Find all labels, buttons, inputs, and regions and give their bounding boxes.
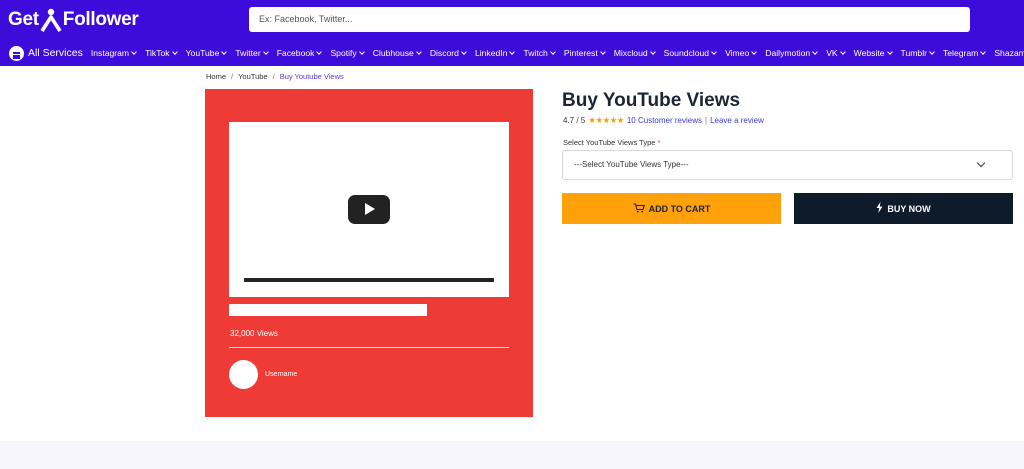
rating-value: 4.7 / 5	[563, 116, 586, 125]
username-label: Username	[265, 371, 298, 378]
cart-icon	[633, 202, 645, 215]
chevron-down-icon	[812, 48, 819, 55]
person-logo-icon	[40, 8, 62, 32]
chevron-down-icon	[929, 48, 935, 55]
buy-now-button[interactable]: BUY NOW	[794, 193, 1013, 224]
all-services-label: All Services	[28, 47, 83, 59]
chevron-down-icon	[171, 48, 178, 55]
breadcrumb-home[interactable]: Home	[206, 72, 226, 81]
footer-band	[0, 441, 1024, 469]
nav-item-clubhouse[interactable]: Clubhouse	[373, 48, 422, 58]
lightning-icon	[876, 201, 883, 216]
chevron-down-icon	[131, 48, 137, 55]
avatar	[229, 360, 258, 389]
chevron-down-icon	[358, 48, 365, 55]
breadcrumb-youtube[interactable]: YouTube	[238, 72, 267, 81]
chevron-down-icon	[316, 48, 323, 55]
nav-item-mixcloud[interactable]: Mixcloud	[614, 48, 656, 58]
nav-item-shazam[interactable]: Shazam	[994, 48, 1024, 58]
chevron-down-icon	[980, 48, 987, 55]
chevron-down-icon	[221, 48, 228, 55]
nav-item-dailymotion[interactable]: Dailymotion	[765, 48, 819, 58]
nav-item-youtube[interactable]: YouTube	[186, 48, 228, 58]
video-title-placeholder	[229, 304, 427, 316]
chevron-down-icon	[415, 48, 422, 55]
chevron-down-icon	[649, 48, 656, 55]
nav-item-discord[interactable]: Discord	[430, 48, 467, 58]
chevron-down-icon	[461, 48, 467, 55]
product-image: 32,000 Views Username	[205, 89, 533, 417]
view-count: 32,000 Views	[230, 329, 278, 338]
nav-item-vk[interactable]: VK	[826, 48, 846, 58]
all-services-button[interactable]: All Services	[9, 45, 83, 61]
video-player-illustration	[229, 122, 509, 297]
chevron-down-icon	[599, 48, 606, 55]
category-nav: All Services Instagram TikTok YouTube Tw…	[0, 40, 1024, 66]
star-rating-icon: ★★★★★	[588, 115, 624, 125]
add-to-cart-button[interactable]: ADD TO CART	[562, 193, 781, 224]
video-progress-bar	[244, 278, 494, 282]
breadcrumb-separator: /	[272, 72, 275, 81]
nav-item-pinterest[interactable]: Pinterest	[564, 48, 606, 58]
menu-icon	[9, 45, 24, 61]
chevron-down-icon	[262, 48, 269, 55]
chevron-down-icon	[711, 48, 717, 55]
breadcrumb-current: Buy Youtube Views	[279, 72, 344, 81]
breadcrumb-separator: /	[231, 72, 234, 81]
logo-text-get: Get	[8, 9, 39, 30]
chevron-down-icon	[751, 48, 758, 55]
breadcrumb: Home / YouTube / Buy Youtube Views	[206, 72, 344, 81]
nav-item-linkedin[interactable]: LinkedIn	[475, 48, 516, 58]
nav-item-spotify[interactable]: Spotify	[330, 48, 365, 58]
nav-item-instagram[interactable]: Instagram	[91, 48, 137, 58]
play-icon	[348, 195, 390, 224]
page-title: Buy YouTube Views	[562, 90, 741, 111]
nav-item-soundcloud[interactable]: Soundcloud	[664, 48, 717, 58]
leave-review-link[interactable]: Leave a review	[710, 116, 764, 125]
chevron-down-icon	[886, 48, 893, 55]
nav-item-facebook[interactable]: Facebook	[277, 48, 323, 58]
logo-text-follower: Follower	[62, 9, 139, 30]
nav-item-tiktok[interactable]: TikTok	[145, 48, 178, 58]
nav-item-tumblr[interactable]: Tumblr	[901, 48, 935, 58]
buy-now-label: BUY NOW	[887, 203, 931, 214]
select-value: ---Select YouTube Views Type---	[574, 160, 689, 169]
chevron-down-icon	[509, 48, 516, 55]
site-logo[interactable]: Get Follower	[8, 8, 139, 32]
chevron-down-icon	[549, 48, 556, 55]
views-type-label: Select YouTube Views Type *	[563, 138, 661, 147]
top-header: Get Follower Ex: Facebook, Twitter...	[0, 0, 1024, 40]
nav-item-vimeo[interactable]: Vimeo	[725, 48, 758, 58]
chevron-down-icon	[839, 48, 846, 55]
customer-reviews-link[interactable]: 10 Customer reviews	[627, 116, 702, 125]
nav-item-website[interactable]: Website	[854, 48, 893, 58]
nav-item-twitch[interactable]: Twitch	[523, 48, 556, 58]
chevron-down-icon	[976, 158, 986, 168]
search-input[interactable]: Ex: Facebook, Twitter...	[249, 7, 970, 32]
required-mark: *	[657, 138, 661, 147]
views-type-select[interactable]: ---Select YouTube Views Type---	[562, 150, 1013, 180]
rating-separator: |	[705, 116, 708, 125]
divider	[229, 347, 509, 348]
add-to-cart-label: ADD TO CART	[648, 203, 711, 214]
nav-item-telegram[interactable]: Telegram	[943, 48, 987, 58]
rating-row: 4.7 / 5 ★★★★★ 10 Customer reviews | Leav…	[563, 115, 764, 126]
nav-item-twitter[interactable]: Twitter	[235, 48, 269, 58]
